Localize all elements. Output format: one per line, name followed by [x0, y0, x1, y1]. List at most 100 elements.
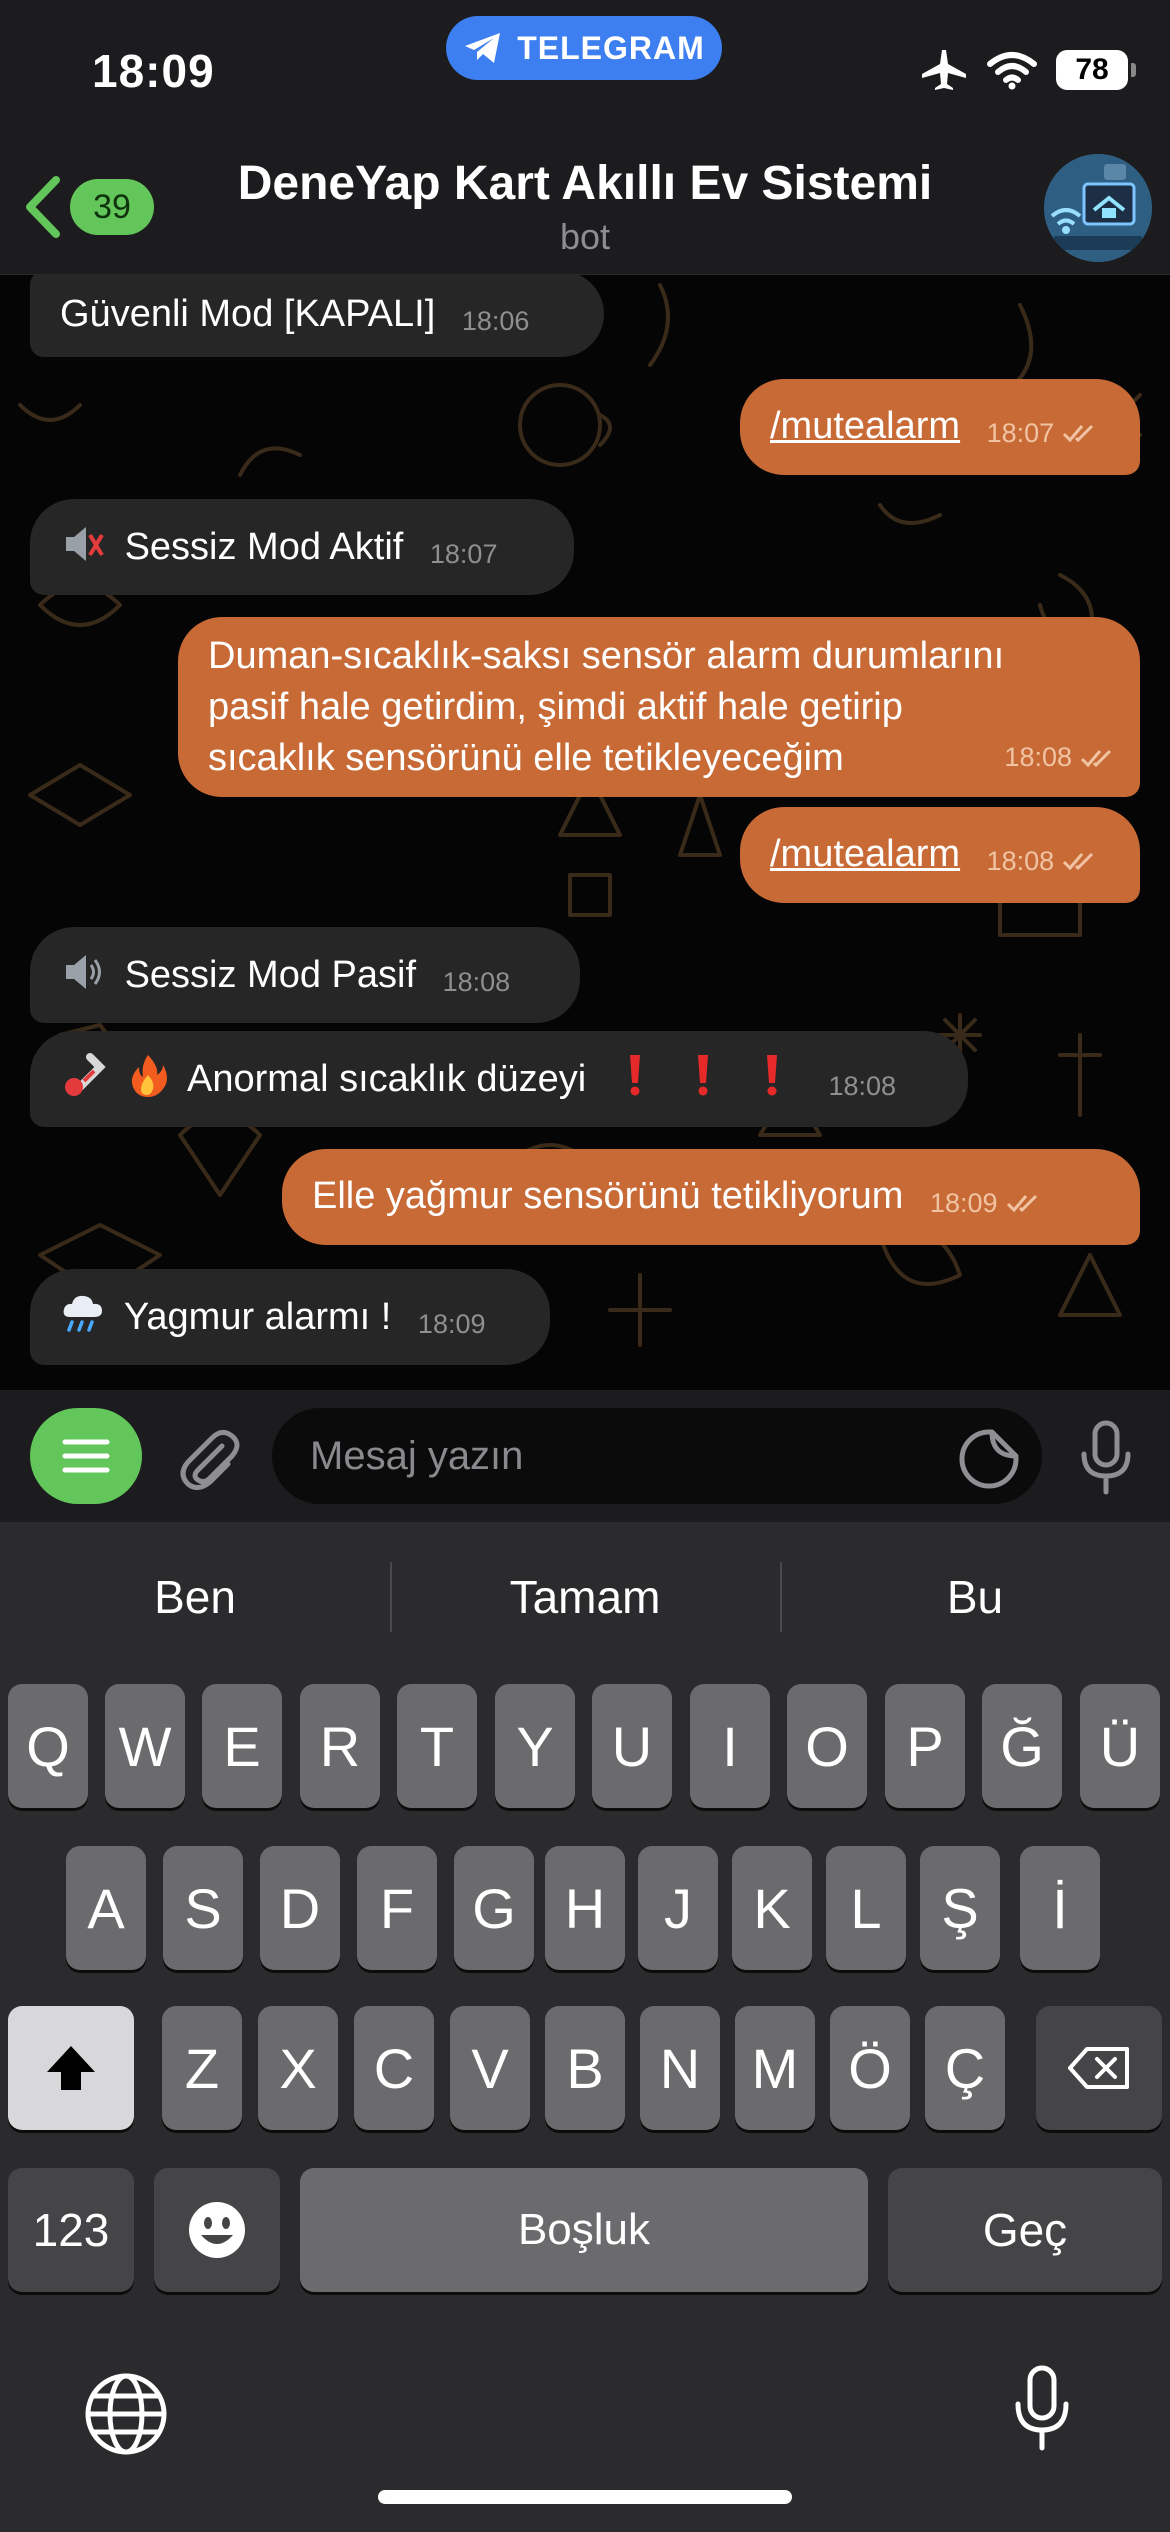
message-outgoing[interactable]: Elle yağmur sensörünü tetikliyorum 18:09 — [282, 1149, 1140, 1245]
smart-home-avatar-icon — [1044, 154, 1152, 262]
message-incoming[interactable]: Güvenli Mod [KAPALI] 18:06 — [30, 275, 604, 357]
composer-bar — [0, 1390, 1170, 1522]
key[interactable]: V — [450, 2006, 530, 2130]
suggestion-item[interactable]: Bu — [780, 1542, 1170, 1652]
key[interactable]: N — [640, 2006, 720, 2130]
message-incoming[interactable]: Sessiz Mod Pasif 18:08 — [30, 927, 580, 1023]
key[interactable]: R — [300, 1684, 380, 1808]
key[interactable]: S — [163, 1846, 243, 1970]
message-text-line: sıcaklık sensörünü elle tetikleyeceğim — [208, 737, 844, 779]
bot-command-link[interactable]: /mutealarm — [770, 405, 960, 447]
message-text-line: Duman-sıcaklık-saksı sensör alarm duruml… — [208, 635, 1005, 677]
telegram-plane-icon — [465, 33, 501, 63]
key[interactable]: H — [545, 1846, 625, 1970]
key[interactable]: L — [826, 1846, 906, 1970]
predictive-bar: Ben Tamam Bu — [0, 1542, 1170, 1652]
message-time: 18:08 — [828, 1071, 897, 1101]
wifi-icon — [987, 52, 1037, 90]
airplane-icon — [922, 50, 966, 90]
message-text: Anormal sıcaklık düzeyi — [187, 1058, 587, 1100]
double-check-icon — [1063, 424, 1094, 443]
key[interactable]: W — [105, 1684, 185, 1808]
suggestion-item[interactable]: Tamam — [390, 1542, 780, 1652]
message-incoming[interactable]: Yagmur alarmı ! 18:09 — [30, 1269, 550, 1365]
bot-avatar[interactable] — [1044, 154, 1152, 262]
message-time: 18:09 — [929, 1188, 998, 1218]
key[interactable]: M — [735, 2006, 815, 2130]
space-key[interactable]: Boşluk — [300, 2168, 868, 2292]
return-key[interactable]: Geç — [888, 2168, 1162, 2292]
key[interactable]: X — [258, 2006, 338, 2130]
battery-icon: 78 — [1056, 50, 1136, 90]
dictation-microphone-icon[interactable] — [1012, 2364, 1072, 2454]
bot-menu-button[interactable] — [30, 1408, 142, 1504]
key[interactable]: J — [638, 1846, 718, 1970]
backspace-icon — [1068, 2047, 1129, 2089]
key[interactable]: G — [454, 1846, 534, 1970]
exclamation-icon — [629, 1055, 640, 1096]
chat-title[interactable]: DeneYap Kart Akıllı Ev Sistemi — [0, 156, 1170, 211]
message-text: Sessiz Mod Pasif — [124, 954, 417, 996]
microphone-icon[interactable] — [1078, 1420, 1134, 1496]
emoji-key[interactable] — [154, 2168, 280, 2292]
message-text-line: pasif hale getirdim, şimdi aktif hale ge… — [208, 686, 903, 728]
suggestion-item[interactable]: Ben — [0, 1542, 390, 1652]
key[interactable]: Y — [495, 1684, 575, 1808]
key[interactable]: A — [66, 1846, 146, 1970]
message-time: 18:07 — [429, 539, 498, 569]
message-text: Sessiz Mod Aktif — [124, 526, 404, 568]
back-to-telegram-pill[interactable]: TELEGRAM — [446, 16, 722, 80]
numbers-key[interactable]: 123 — [8, 2168, 134, 2292]
rain-cloud-icon — [63, 1295, 102, 1332]
message-incoming[interactable]: Sessiz Mod Aktif 18:07 — [30, 499, 574, 595]
key[interactable]: Ğ — [982, 1684, 1062, 1808]
home-indicator[interactable] — [378, 2490, 792, 2504]
message-text: Güvenli Mod [KAPALI] — [60, 293, 436, 335]
key[interactable]: O — [787, 1684, 867, 1808]
key[interactable]: Ü — [1080, 1684, 1160, 1808]
key[interactable]: P — [885, 1684, 965, 1808]
message-list[interactable]: Güvenli Mod [KAPALI] 18:06 /mutealarm 18… — [0, 275, 1170, 1390]
shift-key[interactable] — [8, 2006, 134, 2130]
fire-icon — [131, 1055, 167, 1097]
source-app-label: TELEGRAM — [517, 29, 705, 66]
key[interactable]: D — [260, 1846, 340, 1970]
key[interactable]: E — [202, 1684, 282, 1808]
key[interactable]: C — [354, 2006, 434, 2130]
paperclip-icon[interactable] — [172, 1424, 244, 1496]
backspace-key[interactable] — [1036, 2006, 1162, 2130]
message-incoming[interactable]: Anormal sıcaklık düzeyi 18:08 — [30, 1031, 968, 1127]
key[interactable]: Q — [8, 1684, 88, 1808]
message-time: 18:06 — [461, 306, 530, 336]
key[interactable]: F — [357, 1846, 437, 1970]
message-outgoing[interactable]: /mutealarm 18:08 — [740, 807, 1140, 903]
globe-icon[interactable] — [84, 2372, 168, 2456]
key[interactable]: Z — [162, 2006, 242, 2130]
message-outgoing[interactable]: /mutealarm 18:07 — [740, 379, 1140, 475]
exclamation-icon — [698, 1055, 709, 1096]
emoji-face-icon — [189, 2202, 245, 2258]
message-time: 18:07 — [986, 418, 1055, 448]
key[interactable]: K — [732, 1846, 812, 1970]
exclamation-icon — [766, 1055, 777, 1096]
message-input[interactable] — [272, 1408, 1042, 1504]
thermometer-icon — [65, 1053, 106, 1096]
status-icons: 78 — [920, 48, 1136, 92]
message-outgoing[interactable]: Duman-sıcaklık-saksı sensör alarm duruml… — [178, 617, 1140, 797]
bot-command-link[interactable]: /mutealarm — [770, 833, 960, 875]
sticker-icon[interactable] — [958, 1428, 1020, 1490]
menu-icon — [62, 1439, 110, 1473]
chat-header: 39 DeneYap Kart Akıllı Ev Sistemi bot — [0, 140, 1170, 275]
double-check-icon — [1006, 1194, 1037, 1213]
double-check-icon — [1063, 852, 1094, 871]
key[interactable]: Ö — [830, 2006, 910, 2130]
key[interactable]: Ç — [925, 2006, 1005, 2130]
key[interactable]: I — [690, 1684, 770, 1808]
key[interactable]: B — [545, 2006, 625, 2130]
double-check-icon — [1080, 749, 1112, 767]
key[interactable]: İ — [1020, 1846, 1100, 1970]
key[interactable]: Ş — [920, 1846, 1000, 1970]
key[interactable]: T — [397, 1684, 477, 1808]
speaker-icon — [66, 955, 101, 989]
key[interactable]: U — [592, 1684, 672, 1808]
